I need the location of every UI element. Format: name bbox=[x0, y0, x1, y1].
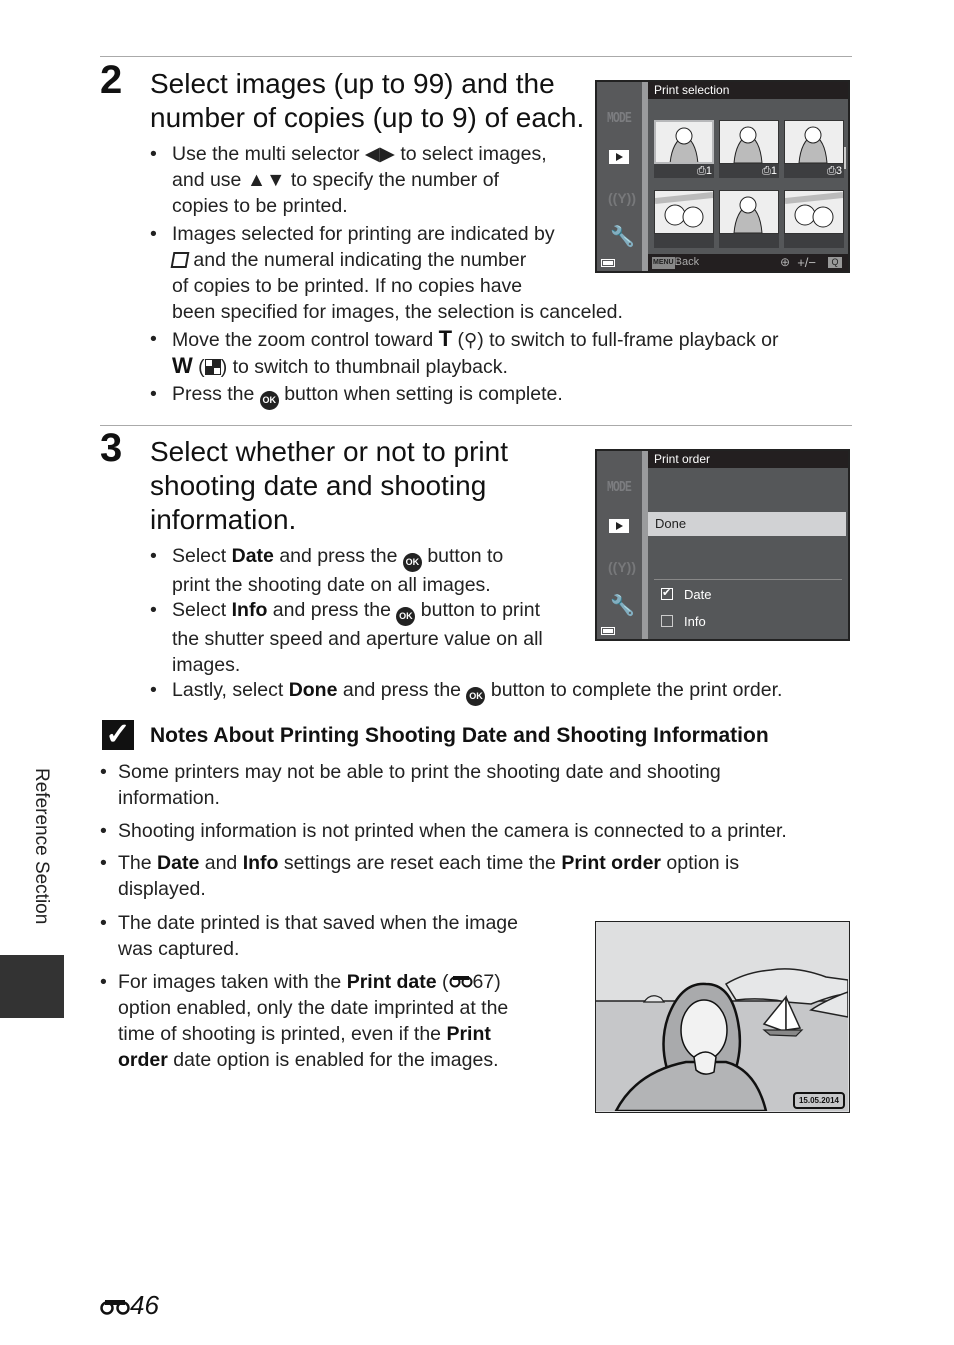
thumbnail-image bbox=[784, 190, 844, 234]
option-info[interactable]: Info bbox=[661, 614, 706, 630]
ok-button-icon: OK bbox=[396, 607, 416, 626]
sidebar-divider bbox=[642, 82, 648, 271]
scrollbar[interactable] bbox=[844, 147, 846, 169]
thumbnail-item[interactable]: ⎙3 bbox=[784, 120, 844, 180]
note-bullet: • The date printed is that saved when th… bbox=[100, 912, 518, 960]
option-date[interactable]: ✔ Date bbox=[661, 587, 711, 603]
note-bullet: • Shooting information is not printed wh… bbox=[100, 820, 787, 842]
notes-heading: Notes About Printing Shooting Date and S… bbox=[150, 724, 769, 747]
step-3-bullet: • Select Date and press the OK button to… bbox=[150, 545, 504, 596]
zoom-magnifier-icon: Q bbox=[828, 257, 842, 268]
note-bullet: • Some printers may not be able to print… bbox=[100, 761, 721, 809]
thumbnail-item[interactable] bbox=[784, 190, 844, 250]
note-bullet: • For images taken with the Print date (… bbox=[100, 969, 509, 1071]
wifi-icon: ((Y)) bbox=[608, 190, 636, 206]
reference-binoculars-icon bbox=[449, 969, 473, 988]
thumbnail-image bbox=[784, 120, 844, 164]
battery-icon bbox=[601, 627, 615, 635]
screen-header: Print selection bbox=[648, 82, 848, 99]
copies-adjust-label: +/− bbox=[797, 255, 816, 270]
page-number: 46 bbox=[100, 1290, 159, 1322]
playback-icon bbox=[609, 150, 629, 164]
step-3-bullet: • Lastly, select Done and press the OK b… bbox=[150, 677, 782, 706]
note-bullet: • The Date and Info settings are reset e… bbox=[100, 852, 740, 900]
camera-screen-print-order: MODE ((Y)) 🔧 Print order Done ✔ Date Info bbox=[595, 449, 850, 641]
thumbnail-image bbox=[654, 190, 714, 234]
battery-icon bbox=[601, 259, 615, 267]
section-divider bbox=[100, 56, 852, 57]
checkbox-unchecked-icon[interactable] bbox=[661, 615, 673, 627]
wifi-icon: ((Y)) bbox=[608, 559, 636, 575]
step-2-number: 2 bbox=[100, 58, 123, 102]
camera-screen-print-selection: MODE ((Y)) 🔧 Print selection ⎙1 ⎙1 ⎙3 MENU… bbox=[595, 80, 850, 273]
thumbnail-image bbox=[719, 120, 779, 164]
ok-button-icon: OK bbox=[466, 687, 486, 706]
print-copies-label bbox=[784, 234, 844, 248]
step-3-title: Select whether or not to print shooting … bbox=[150, 435, 508, 537]
menu-divider bbox=[654, 579, 842, 580]
print-copies-label: ⎙1 bbox=[654, 164, 714, 178]
mode-icon: MODE bbox=[607, 110, 632, 127]
screen-header: Print order bbox=[648, 451, 848, 468]
sample-photo-with-date: 15.05.2014 bbox=[595, 921, 850, 1113]
screen-footer: MENUBack ⊕ +/− Q bbox=[648, 254, 848, 271]
step-2-title: Select images (up to 99) and the number … bbox=[150, 67, 584, 135]
done-menu-item[interactable]: Done bbox=[648, 512, 846, 536]
back-label: Back bbox=[674, 256, 700, 268]
section-tab-label: Reference Section bbox=[31, 768, 52, 925]
print-copies-label bbox=[654, 234, 714, 248]
ok-button-icon: OK bbox=[402, 553, 422, 572]
menu-button-icon: MENU bbox=[652, 257, 675, 269]
step-2-bullet: • Press the OK button when setting is co… bbox=[150, 381, 563, 410]
thumbnail-image bbox=[719, 190, 779, 234]
zoom-in-magnifier-icon: ⚲ bbox=[464, 330, 478, 350]
checkbox-checked-icon[interactable]: ✔ bbox=[661, 587, 673, 600]
caution-check-icon: ✓ bbox=[102, 720, 134, 750]
multi-selector-icon: ⊕ bbox=[779, 255, 790, 269]
step-2-title-line: number of copies (up to 9) of each. bbox=[150, 102, 585, 133]
step-3-bullet: • Select Info and press the OK button to… bbox=[150, 599, 543, 676]
multi-selector-up-down-icon: ▲▼ bbox=[246, 169, 286, 191]
wrench-icon: 🔧 bbox=[610, 595, 635, 617]
step-2-bullet: • Use the multi selector ◀▶ to select im… bbox=[150, 143, 547, 217]
step-3-title-line: shooting date and shooting bbox=[150, 470, 487, 501]
print-icon bbox=[170, 252, 190, 268]
multi-selector-left-right-icon: ◀▶ bbox=[364, 143, 395, 165]
print-copies-label: ⎙3 bbox=[784, 164, 844, 178]
portrait-illustration bbox=[596, 922, 849, 1112]
wrench-icon: 🔧 bbox=[610, 226, 635, 248]
step-3-title-line: Select whether or not to print bbox=[150, 436, 508, 467]
step-3-title-line: information. bbox=[150, 504, 297, 535]
playback-icon bbox=[609, 519, 629, 533]
print-copies-label bbox=[719, 234, 779, 248]
print-copies-label: ⎙1 bbox=[719, 164, 779, 178]
thumbnail-playback-icon bbox=[204, 359, 221, 375]
thumbnail-item[interactable] bbox=[719, 190, 779, 250]
done-label: Done bbox=[655, 516, 687, 531]
thumbnail-item[interactable]: ⎙1 bbox=[719, 120, 779, 180]
date-imprint: 15.05.2014 bbox=[792, 1092, 845, 1109]
section-divider bbox=[100, 425, 852, 426]
section-tab-marker bbox=[0, 955, 64, 1018]
sidebar-divider bbox=[642, 451, 648, 639]
ok-button-icon: OK bbox=[259, 391, 279, 410]
reference-binoculars-icon bbox=[100, 1291, 130, 1322]
step-2-bullet: • Move the zoom control toward T (⚲) to … bbox=[150, 326, 779, 378]
thumbnail-image bbox=[654, 120, 714, 164]
step-3-number: 3 bbox=[100, 426, 123, 470]
step-2-bullet: • Images selected for printing are indic… bbox=[150, 223, 623, 323]
step-2-title-line: Select images (up to 99) and the bbox=[150, 68, 555, 99]
thumbnail-item[interactable] bbox=[654, 190, 714, 250]
thumbnail-item[interactable]: ⎙1 bbox=[654, 120, 714, 180]
mode-icon: MODE bbox=[607, 479, 632, 496]
